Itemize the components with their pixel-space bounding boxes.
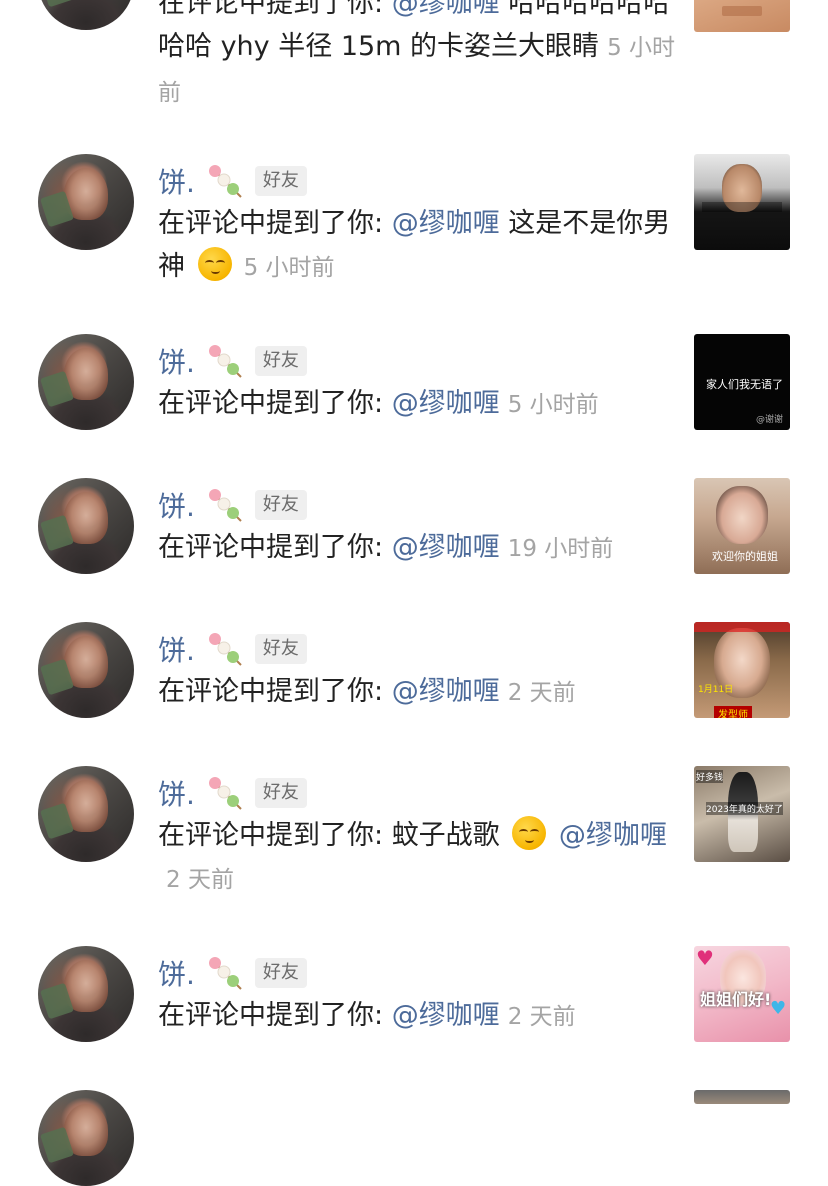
avatar[interactable] [38, 0, 134, 30]
notification-content: 在评论中提到了你: 蚊子战歌 @缪咖喱 2 天前 [158, 814, 678, 902]
timestamp: 2 天前 [507, 680, 576, 706]
action-text: 在评论中提到了你: [158, 388, 392, 419]
friend-badge: 好友 [254, 346, 307, 376]
avatar[interactable] [38, 154, 134, 250]
action-text: 在评论中提到了你: [158, 208, 392, 239]
notification-content: 在评论中提到了你: @缪咖喱 哈哈哈哈哈哈哈哈 yhy 半径 15m 的卡姿兰大… [158, 0, 678, 115]
post-thumbnail[interactable] [694, 0, 790, 32]
dango-icon [205, 161, 245, 201]
comment-text: 蚊子战歌 [391, 820, 500, 851]
post-thumbnail[interactable]: 家人们我无语了 @谢谢 [694, 334, 790, 430]
heart-icon: ♥ [696, 946, 714, 970]
action-text: 在评论中提到了你: [158, 532, 392, 563]
relieved-face-icon [512, 816, 547, 850]
sender-row: 饼. 好友 [158, 629, 307, 669]
sender-name[interactable]: 饼. [158, 953, 195, 993]
mention-link[interactable]: @缪咖喱 [392, 532, 500, 563]
avatar[interactable] [38, 946, 134, 1042]
notification-content: 在评论中提到了你: @缪咖喱 5 小时前 [158, 382, 678, 427]
sender-name[interactable]: 饼. [158, 341, 195, 381]
action-text: 在评论中提到了你: [158, 1000, 392, 1031]
sender-name[interactable]: 饼. [158, 161, 195, 201]
mention-link[interactable]: @缪咖喱 [550, 820, 667, 851]
post-thumbnail[interactable] [694, 154, 790, 250]
mention-link[interactable]: @缪咖喱 [392, 676, 500, 707]
action-text: 在评论中提到了你: [158, 0, 392, 19]
dango-icon [205, 341, 245, 381]
thumbnail-caption: 2023年真的太好了 [706, 802, 783, 815]
avatar[interactable] [38, 766, 134, 862]
avatar[interactable] [38, 478, 134, 574]
notification-content: 在评论中提到了你: @缪咖喱 这是不是你男神 5 小时前 [158, 202, 678, 290]
sender-row: 饼. 好友 [158, 485, 307, 525]
sender-row: 饼. 好友 [158, 161, 307, 201]
sender-row: 饼. 好友 [158, 341, 307, 381]
sender-name[interactable]: 饼. [158, 773, 195, 813]
heart-icon: ♥ [770, 998, 787, 1019]
timestamp: 19 小时前 [507, 536, 614, 562]
post-thumbnail[interactable]: 欢迎你的姐姐 [694, 478, 790, 574]
sender-name[interactable]: 饼. [158, 485, 195, 525]
mention-link[interactable]: @缪咖喱 [392, 388, 500, 419]
thumbnail-caption: 好多钱 [696, 770, 724, 783]
friend-badge: 好友 [254, 490, 307, 520]
mention-link[interactable]: @缪咖喱 [392, 0, 500, 19]
sender-name[interactable]: 饼. [158, 629, 195, 669]
friend-badge: 好友 [254, 778, 307, 808]
dango-icon [205, 629, 245, 669]
post-thumbnail[interactable] [694, 1090, 790, 1104]
thumbnail-caption: 发型师 [714, 706, 752, 718]
dango-icon [205, 485, 245, 525]
dango-icon [205, 773, 245, 813]
mention-link[interactable]: @缪咖喱 [392, 1000, 500, 1031]
timestamp: 2 天前 [166, 867, 234, 893]
mention-link[interactable]: @缪咖喱 [392, 208, 500, 239]
post-thumbnail[interactable]: ♥ ♥ 姐姐们好! [694, 946, 790, 1042]
notification-content: 在评论中提到了你: @缪咖喱 2 天前 [158, 994, 678, 1039]
friend-badge: 好友 [254, 166, 307, 196]
avatar[interactable] [38, 1090, 134, 1186]
notification-content: 在评论中提到了你: @缪咖喱 2 天前 [158, 670, 678, 715]
thumbnail-watermark: @谢谢 [756, 415, 784, 425]
thumbnail-caption: 家人们我无语了 [706, 378, 783, 391]
avatar[interactable] [38, 622, 134, 718]
post-thumbnail[interactable]: 好多钱 2023年真的太好了 [694, 766, 790, 862]
dango-icon [205, 953, 245, 993]
avatar[interactable] [38, 334, 134, 430]
timestamp: 5 小时前 [243, 255, 335, 281]
action-text: 在评论中提到了你: [158, 676, 392, 707]
notification-content: 在评论中提到了你: @缪咖喱 19 小时前 [158, 526, 678, 571]
action-text: 在评论中提到了你: [158, 820, 392, 851]
timestamp: 5 小时前 [507, 392, 599, 418]
friend-badge: 好友 [254, 958, 307, 988]
sender-row: 饼. 好友 [158, 773, 307, 813]
post-thumbnail[interactable]: 1月11日 发型师 [694, 622, 790, 718]
friend-badge: 好友 [254, 634, 307, 664]
thumbnail-caption: 欢迎你的姐姐 [712, 550, 778, 563]
sender-row: 饼. 好友 [158, 953, 307, 993]
timestamp: 2 天前 [507, 1004, 576, 1030]
thumbnail-caption: 姐姐们好! [700, 990, 772, 1009]
relieved-face-icon [197, 247, 232, 281]
thumbnail-caption: 1月11日 [698, 685, 734, 695]
